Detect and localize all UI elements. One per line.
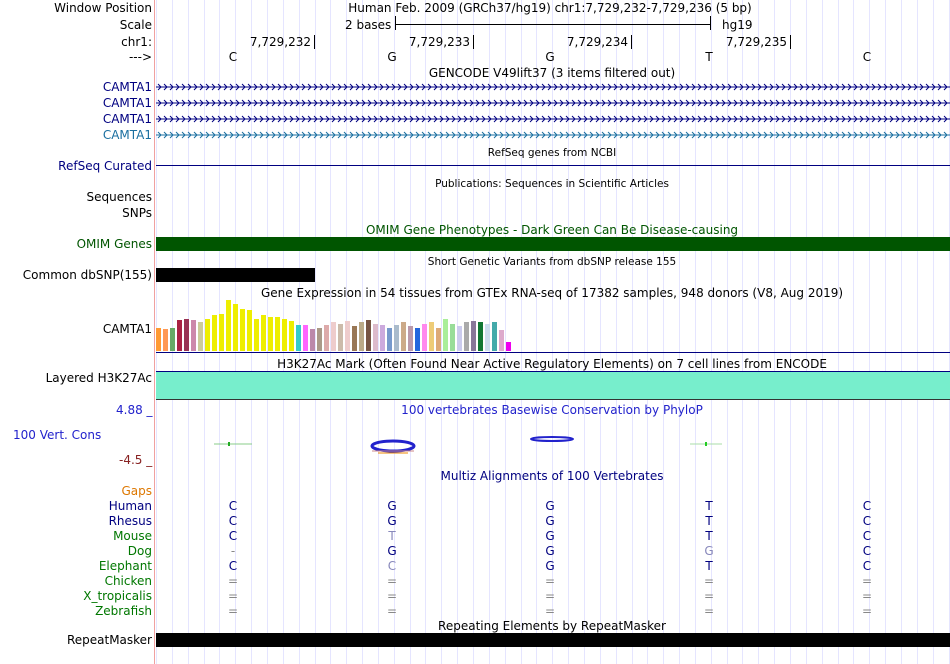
multiz-aligned-base: G bbox=[387, 544, 397, 558]
repeat-label[interactable]: RepeatMasker bbox=[67, 633, 152, 647]
multiz-aligned-base: G bbox=[545, 544, 555, 558]
multiz-aligned-base: C bbox=[862, 544, 872, 558]
repeat-feature-bar[interactable] bbox=[156, 633, 950, 647]
multiz-aligned-base: G bbox=[704, 544, 714, 558]
multiz-aligned-base: = bbox=[227, 574, 239, 588]
multiz-aligned-base: C bbox=[387, 559, 397, 573]
multiz-aligned-base: C bbox=[862, 499, 872, 513]
multiz-aligned-base: C bbox=[862, 559, 872, 573]
multiz-aligned-base: C bbox=[862, 529, 872, 543]
multiz-aligned-base: T bbox=[705, 499, 713, 513]
multiz-aligned-base: = bbox=[227, 589, 239, 603]
multiz-species-label[interactable]: Rhesus bbox=[109, 514, 152, 528]
multiz-aligned-base: = bbox=[386, 589, 398, 603]
multiz-aligned-base: G bbox=[545, 559, 555, 573]
cons-feature-4 bbox=[690, 442, 722, 446]
multiz-aligned-base: = bbox=[703, 604, 715, 618]
multiz-species-label[interactable]: X_tropicalis bbox=[83, 589, 152, 603]
multiz-aligned-base: T bbox=[705, 514, 713, 528]
multiz-aligned-base: G bbox=[387, 514, 397, 528]
multiz-aligned-base: = bbox=[386, 604, 398, 618]
multiz-species-label[interactable]: Chicken bbox=[105, 574, 152, 588]
multiz-aligned-base: = bbox=[703, 589, 715, 603]
multiz-aligned-base: = bbox=[386, 574, 398, 588]
multiz-aligned-base: = bbox=[861, 589, 873, 603]
multiz-title: Multiz Alignments of 100 Vertebrates bbox=[440, 469, 664, 483]
multiz-aligned-base: = bbox=[544, 589, 556, 603]
repeat-title: Repeating Elements by RepeatMasker bbox=[438, 619, 666, 633]
multiz-aligned-base: = bbox=[861, 574, 873, 588]
cons-feature-2 bbox=[370, 439, 416, 454]
multiz-aligned-base: C bbox=[228, 559, 238, 573]
multiz-aligned-base: = bbox=[227, 604, 239, 618]
multiz-species-label[interactable]: Mouse bbox=[113, 529, 152, 543]
multiz-aligned-base: T bbox=[705, 529, 713, 543]
multiz-species-label[interactable]: Human bbox=[109, 499, 152, 513]
multiz-aligned-base: = bbox=[703, 574, 715, 588]
multiz-species-label[interactable]: Zebrafish bbox=[95, 604, 152, 618]
multiz-aligned-base: G bbox=[387, 499, 397, 513]
multiz-gaps-label[interactable]: Gaps bbox=[121, 484, 152, 498]
multiz-aligned-base: - bbox=[230, 544, 236, 558]
multiz-aligned-base: G bbox=[545, 529, 555, 543]
multiz-aligned-base: T bbox=[705, 559, 713, 573]
multiz-aligned-base: C bbox=[228, 499, 238, 513]
multiz-aligned-base: C bbox=[228, 514, 238, 528]
multiz-aligned-base: = bbox=[544, 604, 556, 618]
multiz-aligned-base: T bbox=[388, 529, 396, 543]
multiz-aligned-base: C bbox=[862, 514, 872, 528]
multiz-aligned-base: G bbox=[545, 514, 555, 528]
multiz-aligned-base: = bbox=[544, 574, 556, 588]
multiz-aligned-base: G bbox=[545, 499, 555, 513]
multiz-aligned-base: C bbox=[228, 529, 238, 543]
multiz-species-label[interactable]: Elephant bbox=[99, 559, 152, 573]
multiz-aligned-base: = bbox=[861, 604, 873, 618]
multiz-species-label[interactable]: Dog bbox=[128, 544, 152, 558]
cons-feature-1 bbox=[214, 442, 252, 446]
cons-feature-3 bbox=[530, 436, 574, 442]
